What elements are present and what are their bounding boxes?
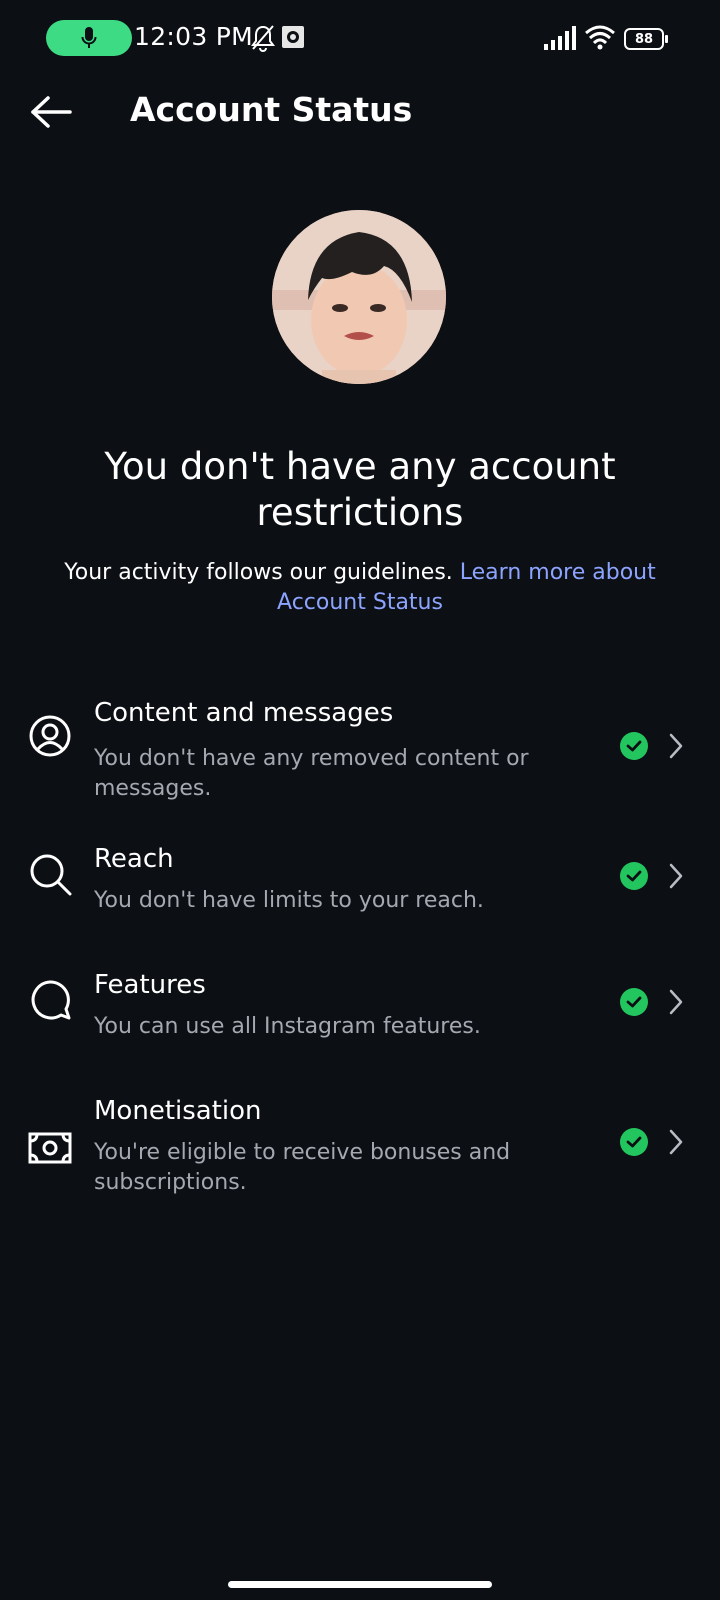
profile-avatar [272, 210, 446, 384]
status-item-title: Monetisation [94, 1096, 262, 1126]
home-indicator[interactable] [228, 1581, 492, 1588]
subtext: Your activity follows our guidelines. Le… [40, 558, 680, 618]
status-item-title: Reach [94, 844, 174, 874]
status-item-monetisation[interactable]: Monetisation You're eligible to receive … [0, 1096, 720, 1210]
search-icon [28, 852, 72, 896]
status-bar: 12:03 PM 88 [0, 0, 720, 80]
battery-level: 88 [624, 28, 664, 50]
status-item-description: You can use all Instagram features. [94, 1014, 481, 1039]
bell-off-icon [251, 25, 275, 52]
chat-bubble-icon [28, 978, 72, 1022]
check-icon [620, 732, 648, 760]
page-title: Account Status [130, 90, 413, 129]
chevron-right-icon [666, 988, 686, 1016]
status-item-features[interactable]: Features You can use all Instagram featu… [0, 970, 720, 1056]
status-item-title: Features [94, 970, 206, 1000]
back-button[interactable] [28, 92, 74, 132]
status-item-description: You don't have limits to your reach. [94, 888, 484, 913]
mic-indicator[interactable] [46, 20, 132, 56]
check-icon [620, 862, 648, 890]
arrow-left-icon [31, 96, 72, 128]
status-item-reach[interactable]: Reach You don't have limits to your reac… [0, 844, 720, 930]
wifi-icon [585, 25, 615, 50]
status-time: 12:03 PM [134, 22, 254, 51]
status-item-description: You're eligible to receive bonuses and s… [94, 1140, 511, 1195]
signal-icon [544, 26, 576, 50]
app-notification-icon [282, 26, 304, 48]
chevron-right-icon [666, 732, 686, 760]
status-item-description: You don't have any removed content or me… [94, 746, 529, 801]
money-icon [28, 1126, 72, 1170]
battery-icon: 88 [624, 28, 668, 50]
check-icon [620, 1128, 648, 1156]
chevron-right-icon [666, 862, 686, 890]
user-circle-icon [28, 714, 72, 758]
headline: You don't have any account restrictions [104, 445, 616, 534]
status-item-content-and-messages[interactable]: Content and messages You don't have any … [0, 690, 720, 802]
status-item-title: Content and messages [94, 698, 394, 728]
chevron-right-icon [666, 1128, 686, 1156]
check-icon [620, 988, 648, 1016]
mic-icon [81, 27, 97, 48]
subtext-body: Your activity follows our guidelines. [64, 560, 453, 585]
